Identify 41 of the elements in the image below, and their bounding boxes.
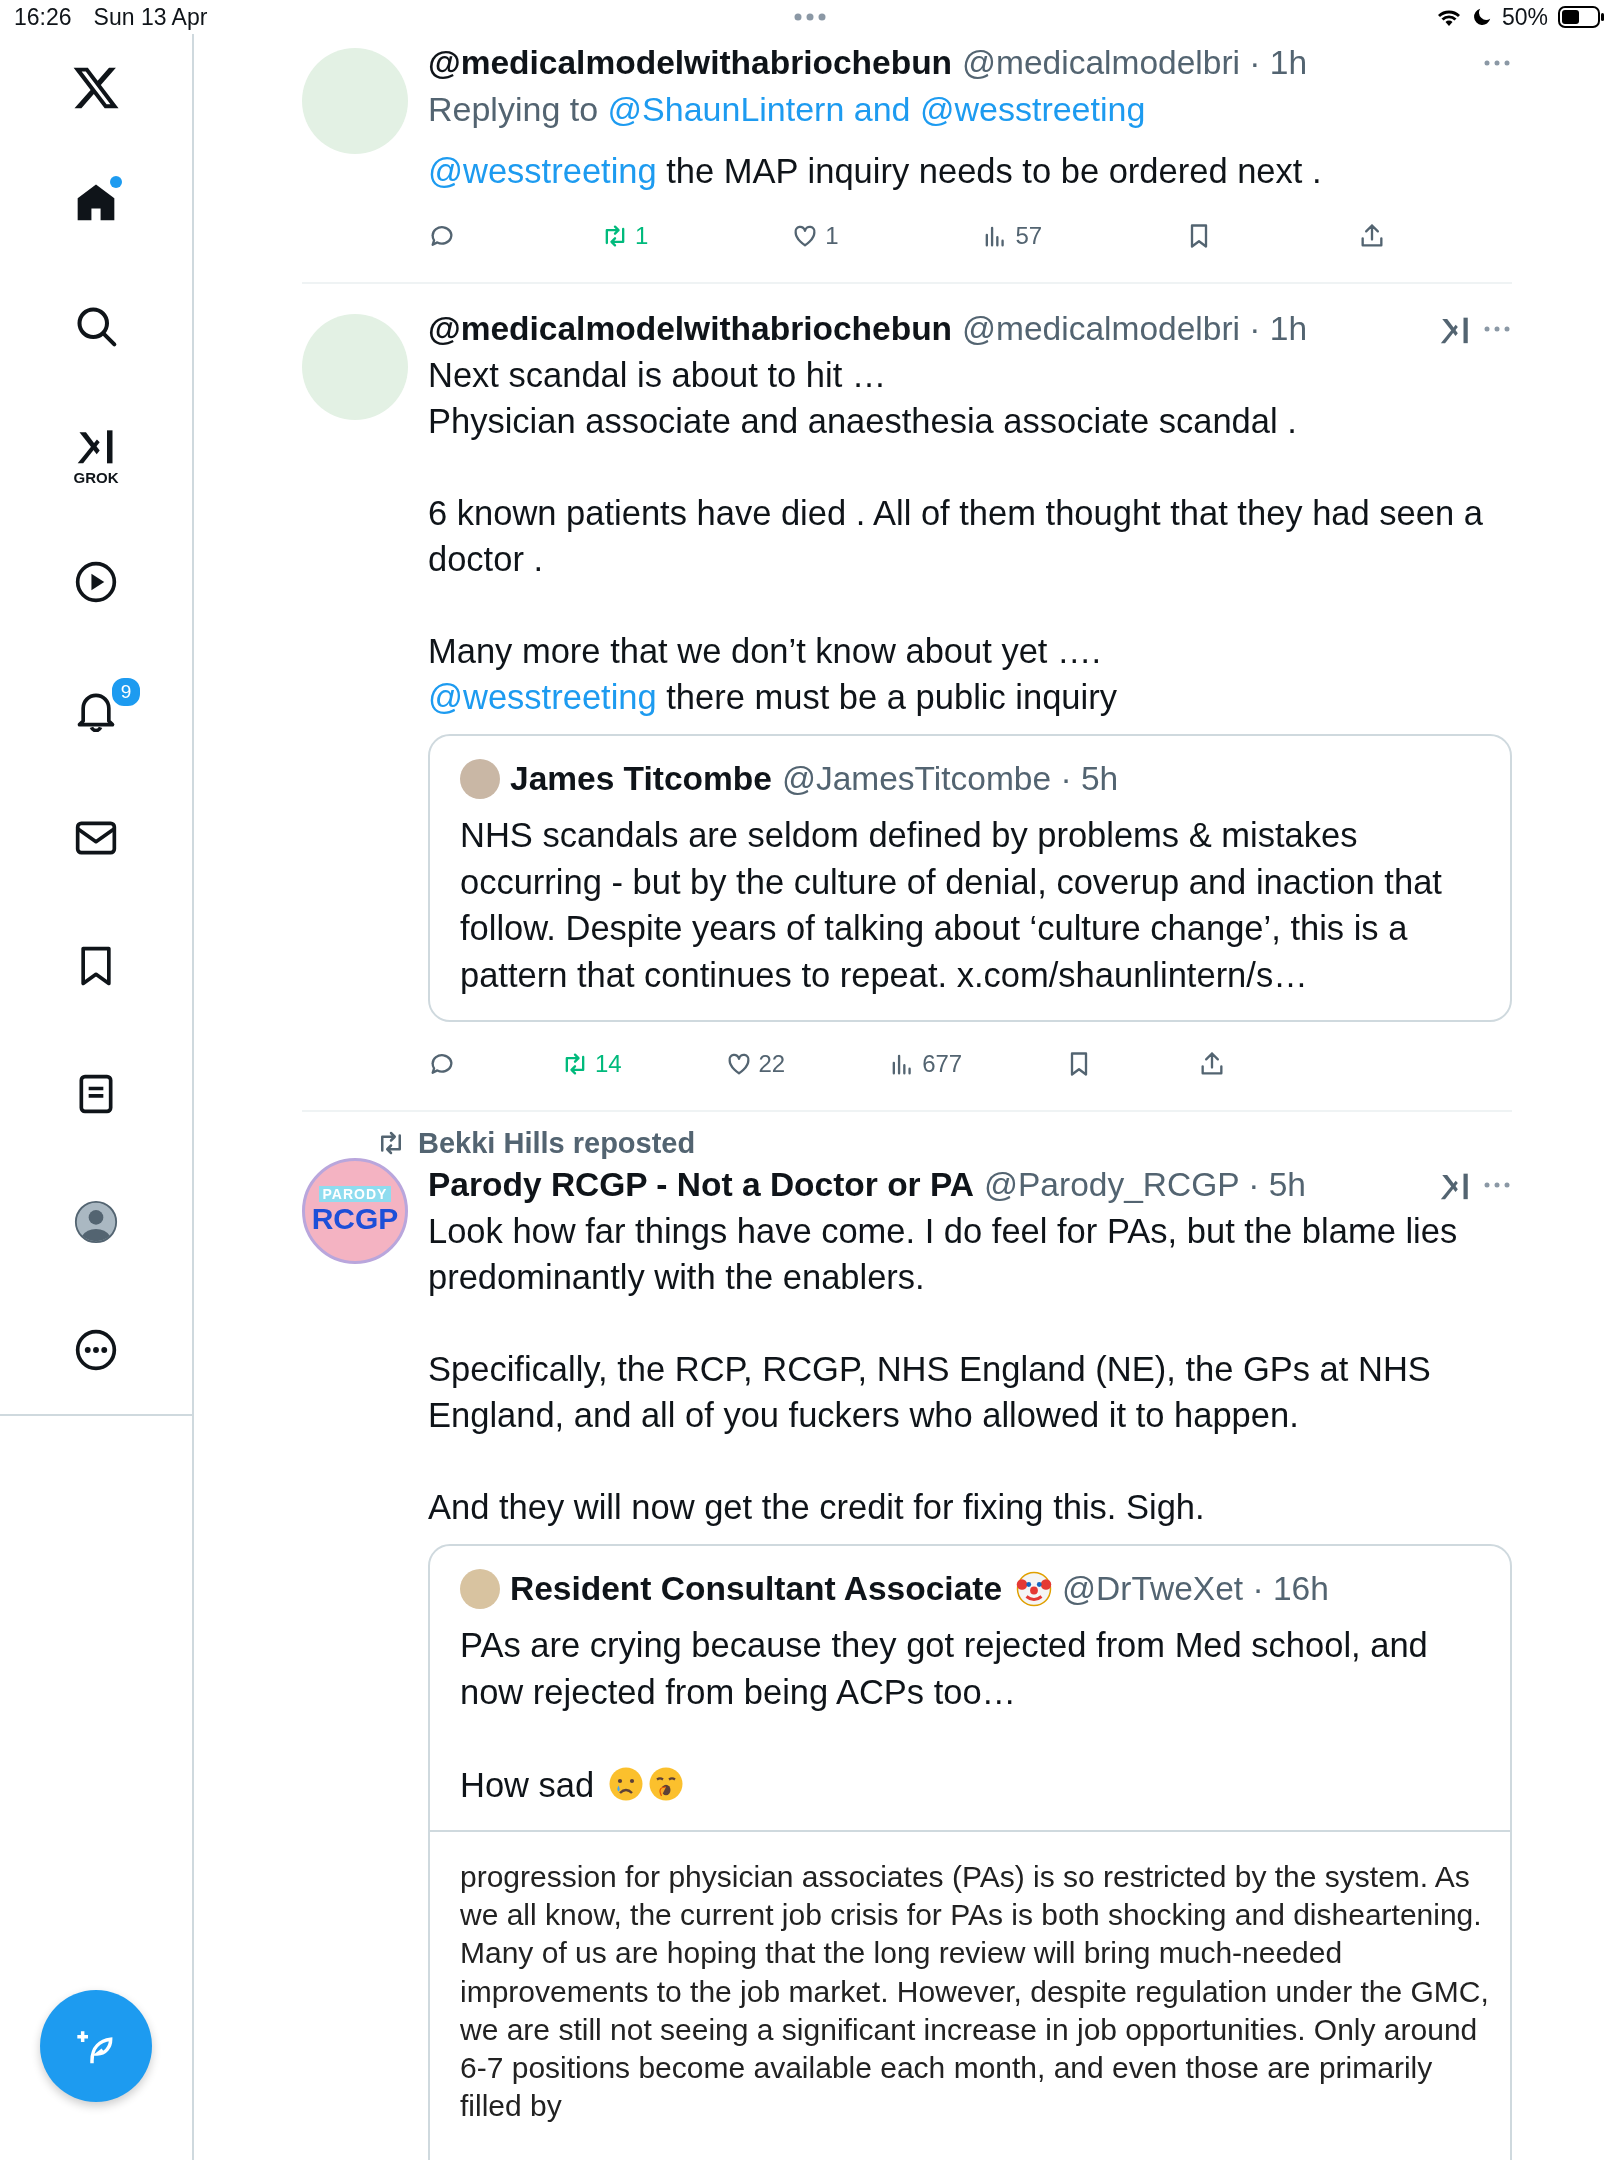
logo-avatar[interactable]: PARODY RCGP [302, 1158, 408, 1264]
notification-count-badge: 9 [110, 676, 142, 708]
tweet-text: Look how far things have come. I do feel for PAs, but the blame lies predominantly with the enablers. Specifically, the RCP, RCGP, NHS England (NE), the GPs at NHS England, and all of you fuckers who allowed it to happen. And they will now get the credit for fixing this. Sigh. [428, 1211, 1459, 1528]
handle-and-time: @medicalmodelbri · 1h [962, 44, 1308, 82]
yawning-face-icon [647, 1765, 684, 1802]
display-name[interactable]: @medicalmodelwithabriochebun [428, 310, 953, 348]
display-name[interactable]: Parody RCGP - Not a Doctor or PA [428, 1166, 974, 1204]
status-date: Sun 13 Apr [93, 3, 208, 31]
views-button[interactable]: 57 [981, 222, 1043, 250]
clown-face-icon [1016, 1571, 1053, 1607]
more-icon[interactable] [74, 1328, 118, 1372]
like-button[interactable]: 1 [791, 222, 839, 250]
views-button[interactable]: 677 [888, 1050, 963, 1078]
like-button[interactable]: 22 [724, 1050, 786, 1078]
display-name: James Titcombe [510, 760, 772, 798]
display-name: Resident Consultant Associate [510, 1570, 1003, 1608]
battery-icon [1558, 6, 1606, 28]
handle-and-time: @Parody_RCGP · 5h [984, 1166, 1306, 1204]
logo-text: RCGP [311, 1202, 399, 1236]
battery-percentage: 50% [1501, 3, 1548, 31]
search-icon[interactable] [74, 304, 118, 348]
status-time: 16:26 [14, 3, 72, 31]
profile-avatar-icon[interactable] [74, 1200, 118, 1244]
quoted-tweet-text: NHS scandals are seldom defined by problems & mistakes occurring - but by the culture of denial, coverup and inaction that follow. Despite years of talking about ‘culture change’, this is a pattern that continues to repeat. x.com/shaunlintern/s… [460, 815, 1443, 996]
multitasking-dots-icon[interactable] [794, 13, 826, 21]
replying-to-text: Replying to @ShaunLintern and @wesstreeting [428, 89, 1147, 130]
handle-and-time: @DrTweXet · 16h [1062, 1570, 1329, 1608]
play-icon[interactable] [74, 560, 118, 604]
screenshot-text: progression for physician associates (PAs) is so restricted by the system. As we all know, the current job crisis for PAs is both shocking and disheartening. Many of us are hoping that the long review will bring much-needed improvements to the job market. However, despite regulation under the GMC, we are still not seeing a significant increase in job opportunities. Only around 6-7 positions become available each month, and even those are primarily filled by [460, 1859, 1490, 2125]
logo-text: PARODY [318, 1186, 392, 1202]
reposted-by-label[interactable]: Bekki Hills reposted [418, 1126, 696, 1160]
compose-button[interactable] [40, 1990, 152, 2102]
handle-and-time: @JamesTitcombe · 5h [781, 760, 1119, 798]
quoted-tweet-card[interactable] [428, 734, 1512, 1022]
display-name[interactable]: @medicalmodelwithabriochebun [428, 44, 953, 82]
crying-face-icon [607, 1765, 644, 1802]
quoted-tweet-text: PAs are crying because they got rejected from Med school, and now rejected from being ACPs too… How sad [460, 1625, 1429, 1806]
tweet-text: @wesstreeting the MAP inquiry needs to be ordered next . [428, 151, 1323, 192]
handle-and-time: @medicalmodelbri · 1h [962, 310, 1308, 348]
grok-label: GROK [73, 468, 119, 486]
tweet-text: Next scandal is about to hit … Physician associate and anaesthesia associate scandal . 6 known patients have died . All of them thought that they had seen a doctor . Many more that we don’t know about yet …. @wesstreeting there must be a public inquiry [428, 355, 1484, 718]
